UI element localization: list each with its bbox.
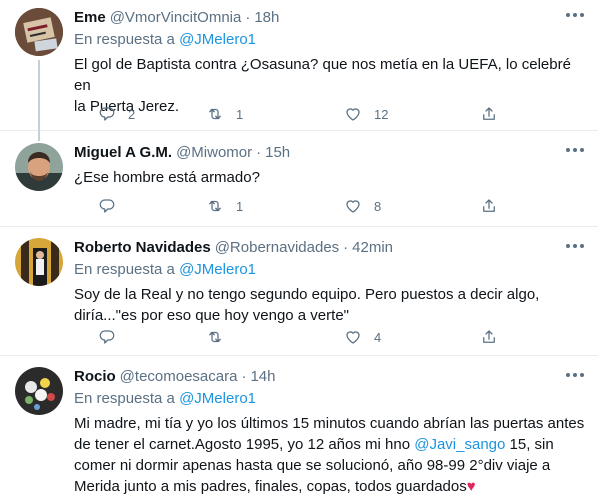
like-icon [344, 105, 362, 123]
timestamp[interactable]: 14h [250, 367, 275, 387]
retweet-icon [206, 328, 224, 346]
author-name[interactable]: Eme [74, 8, 106, 28]
author-handle[interactable]: @Miwomor [176, 143, 252, 163]
retweet-button[interactable]: 1 [206, 196, 243, 216]
author-handle[interactable]: @Robernavidades [215, 238, 339, 258]
thread-line [38, 60, 40, 136]
like-count: 12 [374, 106, 389, 122]
timestamp[interactable]: 18h [254, 8, 279, 28]
retweet-count: 1 [236, 198, 244, 214]
share-button[interactable] [480, 196, 498, 216]
tweet-text-line: Mi madre, mi tía y yo los últimos 15 min… [74, 415, 585, 432]
separator-dot: · [241, 368, 247, 385]
avatar-image [15, 238, 63, 286]
reply-count: 2 [128, 106, 136, 122]
author-name[interactable]: Roberto Navidades [74, 238, 211, 258]
tweet-text-line: El gol de Baptista contra ¿Osasuna? que … [74, 56, 571, 94]
tweet-text: Soy de la Real y no tengo segundo equipo… [74, 284, 586, 326]
tweet[interactable]: Miguel A G.M. @Miwomor · 15h ¿Ese hombre… [0, 131, 598, 227]
tweet[interactable]: Eme @VmorVincitOmnia · 18h En respuesta … [0, 0, 598, 136]
like-icon [344, 197, 362, 215]
timestamp[interactable]: 42min [352, 238, 393, 258]
share-button[interactable] [480, 327, 498, 347]
avatar[interactable] [15, 143, 63, 191]
tweet[interactable]: Roberto Navidades @Robernavidades · 42mi… [0, 227, 598, 356]
share-icon [480, 328, 498, 346]
tweet-text: ¿Ese hombre está armado? [74, 167, 586, 188]
author-name[interactable]: Miguel A G.M. [74, 143, 172, 163]
reply-mention-link[interactable]: @JMelero1 [179, 31, 256, 48]
avatar-image [15, 367, 63, 415]
like-button[interactable]: 8 [344, 196, 381, 216]
reply-context: En respuesta a @JMelero1 [74, 389, 586, 409]
reply-icon [98, 105, 116, 123]
timestamp[interactable]: 15h [265, 143, 290, 163]
separator-dot: · [343, 239, 349, 256]
reply-button[interactable] [98, 327, 128, 347]
heart-emoji: ♥ [466, 478, 476, 495]
tweet-text-line: ¿Ese hombre está armado? [74, 169, 260, 186]
share-icon [480, 105, 498, 123]
retweet-icon [206, 105, 224, 123]
like-icon [344, 328, 362, 346]
retweet-count: 1 [236, 106, 244, 122]
reply-button[interactable]: 2 [98, 104, 135, 124]
author-name[interactable]: Rocio [74, 367, 116, 387]
avatar[interactable] [15, 238, 63, 286]
thread-line [38, 131, 40, 141]
tweet-text-line: comer ni dormir apenas hasta que se solu… [74, 457, 551, 474]
avatar[interactable] [15, 367, 63, 415]
reply-context: En respuesta a @JMelero1 [74, 260, 586, 280]
reply-button[interactable] [98, 196, 128, 216]
tweet[interactable]: Rocio @tecomoesacara · 14h En respuesta … [0, 356, 598, 495]
author-handle[interactable]: @tecomoesacara [120, 367, 238, 387]
separator-dot: · [256, 144, 262, 161]
tweet-text-line: Merida junto a mis padres, finales, copa… [74, 476, 586, 497]
reply-icon [98, 197, 116, 215]
tweet-text-segment: de tener el carnet.Agosto 1995, yo 12 añ… [74, 436, 415, 453]
reply-prefix: En respuesta a [74, 31, 175, 48]
reply-icon [98, 328, 116, 346]
retweet-icon [206, 197, 224, 215]
tweet-text: Mi madre, mi tía y yo los últimos 15 min… [74, 413, 586, 497]
reply-context: En respuesta a @JMelero1 [74, 30, 586, 50]
tweet-text-line: Soy de la Real y no tengo segundo equipo… [74, 286, 540, 303]
retweet-button[interactable]: 1 [206, 104, 243, 124]
avatar-image [15, 143, 63, 191]
avatar[interactable] [15, 8, 63, 56]
more-icon[interactable] [566, 12, 584, 18]
tweet-text-segment: 15, sin [505, 436, 554, 453]
reply-prefix: En respuesta a [74, 261, 175, 278]
avatar-image [15, 8, 63, 56]
more-icon[interactable] [566, 147, 584, 153]
mention-link[interactable]: @Javi_sango [414, 436, 505, 453]
share-icon [480, 197, 498, 215]
more-icon[interactable] [566, 243, 584, 249]
author-handle[interactable]: @VmorVincitOmnia [110, 8, 242, 28]
tweet-text-line: diría..."es por eso que hoy vengo a vert… [74, 307, 349, 324]
reply-prefix: En respuesta a [74, 390, 175, 407]
like-button[interactable]: 12 [344, 104, 388, 124]
tweet-text-line: de tener el carnet.Agosto 1995, yo 12 añ… [74, 434, 586, 455]
like-count: 8 [374, 198, 382, 214]
tweet-text-segment: Merida junto a mis padres, finales, copa… [74, 478, 467, 495]
like-count: 4 [374, 329, 382, 345]
share-button[interactable] [480, 104, 498, 124]
reply-mention-link[interactable]: @JMelero1 [179, 261, 256, 278]
reply-mention-link[interactable]: @JMelero1 [179, 390, 256, 407]
like-button[interactable]: 4 [344, 327, 381, 347]
separator-dot: · [245, 9, 251, 26]
more-icon[interactable] [566, 372, 584, 378]
retweet-button[interactable] [206, 327, 236, 347]
